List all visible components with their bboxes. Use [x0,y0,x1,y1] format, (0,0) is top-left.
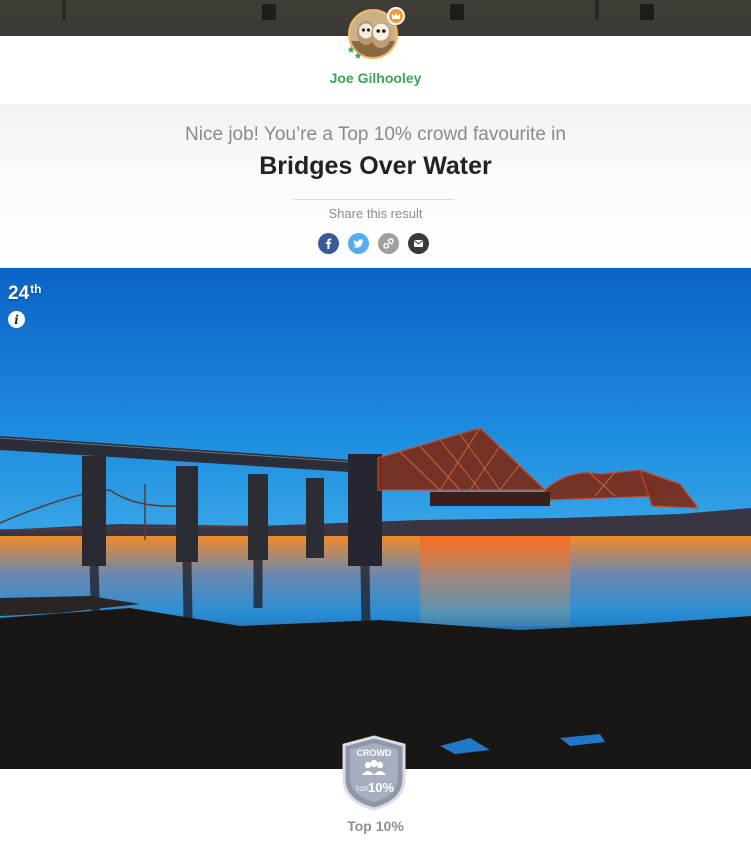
twitter-icon [353,239,364,248]
rank-number: 24 [8,283,30,304]
copy-link-button[interactable] [378,233,399,254]
facebook-icon [325,238,332,249]
share-label: Share this result [328,206,423,221]
crown-icon [387,7,405,25]
result-headline: Nice job! You’re a Top 10% crowd favouri… [185,124,566,145]
info-button[interactable]: i [8,311,25,328]
crowd-top10-badge-icon[interactable]: CROWD TOP 10% [340,735,408,811]
category-title[interactable]: Bridges Over Water [0,152,751,181]
email-icon [413,240,424,247]
share-row [318,233,433,255]
info-icon: i [14,312,19,327]
badge-label: Top 10% [347,818,404,834]
divider [293,199,454,200]
facebook-share-button[interactable] [318,233,339,254]
twitter-share-button[interactable] [348,233,369,254]
link-icon [383,238,394,249]
rank-suffix: th [30,282,42,296]
rank-label: 24th [8,282,41,305]
stars-icon [347,46,362,59]
entry-photo[interactable] [0,268,751,769]
badge-percent-text: 10% [368,780,394,795]
email-share-button[interactable] [408,233,429,254]
forth-bridge-photo [0,268,751,769]
badge-top-text: TOP [355,786,368,793]
user-name[interactable]: Joe Gilhooley [0,70,751,86]
badge-crowd-text: CROWD [357,748,392,758]
